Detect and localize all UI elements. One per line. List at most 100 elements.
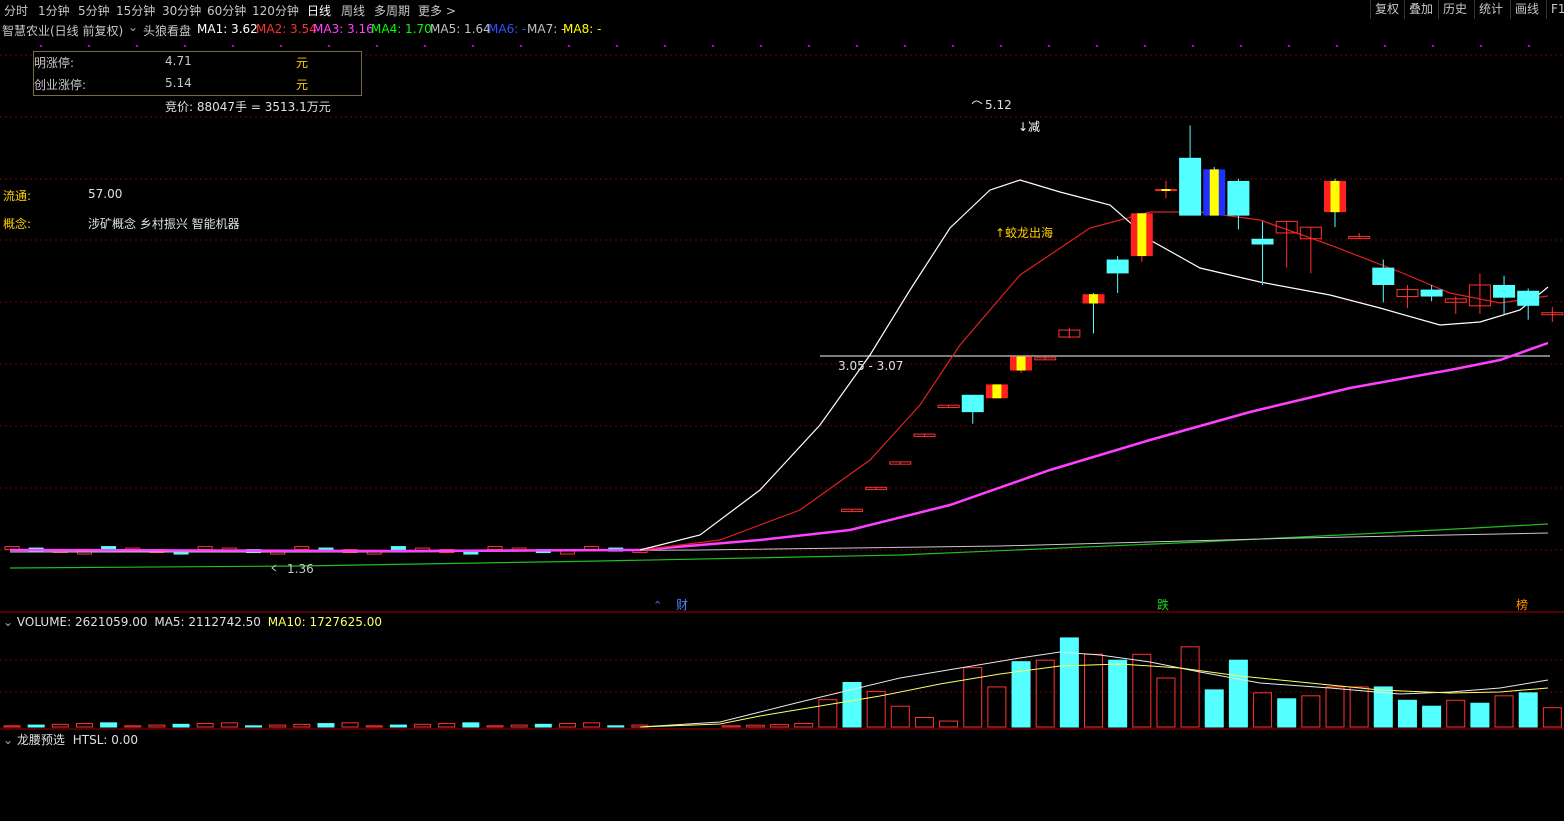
- marker-dot: [280, 45, 282, 47]
- volume-bar: [1253, 692, 1273, 728]
- marker-dot: [712, 45, 714, 47]
- volume-title-bar: ⌄ VOLUME: 2621059.00 MA5: 2112742.50 MA1…: [3, 615, 382, 629]
- volume-bar: [486, 725, 504, 728]
- marker-dot: [904, 45, 906, 47]
- volume-bar: [75, 723, 93, 728]
- volume-bar: [27, 724, 45, 728]
- volume-bar: [721, 725, 741, 728]
- flat-candle: [487, 546, 503, 551]
- volume-bar: [1397, 699, 1417, 728]
- reduce-signal-label: ↓减: [1018, 120, 1040, 134]
- marker-dot: [1000, 45, 1002, 47]
- candle-body: [1179, 157, 1202, 216]
- volume-bar: [1277, 698, 1297, 728]
- chevron-down-icon[interactable]: ⌄: [3, 733, 13, 747]
- kline-chart[interactable]: 5.12 ↓减 ↑蛟龙出海 3.05 - 3.07 1.36 ⌃ 财 跌 榜: [0, 0, 1564, 821]
- marker-dot: [136, 45, 138, 47]
- volume-bar: [1494, 695, 1514, 728]
- volume-bar: [293, 723, 311, 728]
- auction-info: 竞价: 88047手 = 3513.1万元: [165, 100, 331, 114]
- candle-body: [1251, 238, 1274, 245]
- volume-ma10: MA10: 1727625.00: [267, 615, 382, 629]
- volume-bar: [1470, 702, 1490, 728]
- indicator-name: 龙腰预选: [16, 733, 65, 747]
- dragon-signal-label: ↑蛟龙出海: [995, 225, 1053, 240]
- flat-candle: [390, 546, 406, 551]
- marker-dot: [808, 45, 810, 47]
- marker-dot: [376, 45, 378, 47]
- limit-main-label: 明涨停:: [34, 56, 75, 70]
- marker-dot: [184, 45, 186, 47]
- range-label: 3.05 - 3.07: [838, 359, 903, 373]
- indicator-htsl: HTSL: 0.00: [72, 733, 138, 747]
- volume-bar: [3, 725, 21, 728]
- volume-bar: [963, 667, 983, 728]
- event-arrow-icon: ⌃: [653, 599, 662, 612]
- limit-up-mark: [1089, 294, 1098, 304]
- indicator-title-bar: ⌄ 龙腰预选 HTSL: 0.00: [3, 731, 138, 748]
- volume-bar: [1059, 637, 1079, 728]
- volume-bar: [1156, 677, 1176, 728]
- volume-bar: [607, 725, 625, 728]
- volume-bar: [939, 720, 959, 728]
- marker-dot: [1288, 45, 1290, 47]
- low-price-label: 1.36: [287, 562, 314, 576]
- limit-main-value: 4.71: [165, 54, 192, 68]
- event-bang-label: 榜: [1516, 597, 1528, 612]
- marker-dot: [664, 45, 666, 47]
- marker-dot: [1096, 45, 1098, 47]
- marker-dot: [856, 45, 858, 47]
- marker-dot: [568, 45, 570, 47]
- volume-bar: [1035, 659, 1055, 728]
- volume-bar: [389, 724, 407, 728]
- volume-bar: [1422, 705, 1442, 728]
- marker-dot: [88, 45, 90, 47]
- marker-dot: [1144, 45, 1146, 47]
- marker-dot: [520, 45, 522, 47]
- chevron-down-icon[interactable]: ⌄: [3, 615, 13, 629]
- volume-bar: [245, 725, 262, 728]
- volume-bar: [196, 723, 214, 728]
- limit-up-mark: [1209, 169, 1219, 216]
- high-marker: [971, 100, 983, 105]
- limit-main-unit: 元: [296, 56, 309, 70]
- volume-bar: [341, 722, 359, 728]
- flat-candle: [294, 546, 310, 551]
- volume-bar: [534, 723, 552, 728]
- volume-bar: [987, 686, 1007, 728]
- volume-bar: [1228, 659, 1248, 728]
- candle-body: [961, 394, 984, 413]
- candle-body: [1517, 290, 1540, 306]
- float-value: 57.00: [88, 187, 123, 201]
- volume-bar: [1446, 699, 1466, 728]
- ma1-line: [639, 179, 1549, 551]
- marker-dot: [424, 45, 426, 47]
- candle-body: [1106, 259, 1129, 274]
- volume-bar: [510, 724, 528, 728]
- candle-body: [1227, 180, 1250, 216]
- volume-bar: [558, 723, 576, 728]
- volume-bar: [745, 724, 765, 728]
- ma4-line: [9, 523, 1549, 569]
- volume-value: VOLUME: 2621059.00: [16, 615, 148, 629]
- marker-dot: [1192, 45, 1194, 47]
- concept-label: 概念:: [3, 217, 32, 231]
- marker-dot: [328, 45, 330, 47]
- concept-value: 涉矿概念 乡村振兴 智能机器: [88, 217, 240, 231]
- volume-bar: [100, 722, 118, 728]
- volume-bar: [124, 725, 142, 728]
- volume-bar: [914, 717, 934, 728]
- limit-up-mark: [1161, 189, 1171, 192]
- limit-up-mark: [1330, 180, 1340, 213]
- volume-bar: [1325, 686, 1345, 728]
- volume-bar: [51, 723, 69, 728]
- event-fin-label: 财: [676, 598, 688, 612]
- marker-dot: [1240, 45, 1242, 47]
- volume-bar: [414, 723, 432, 728]
- marker-dot: [1528, 45, 1530, 47]
- volume-bar: [1204, 689, 1224, 728]
- volume-bar: [269, 724, 287, 728]
- volume-bar: [462, 722, 480, 728]
- marker-dot: [40, 45, 42, 47]
- volume-bar: [317, 723, 335, 728]
